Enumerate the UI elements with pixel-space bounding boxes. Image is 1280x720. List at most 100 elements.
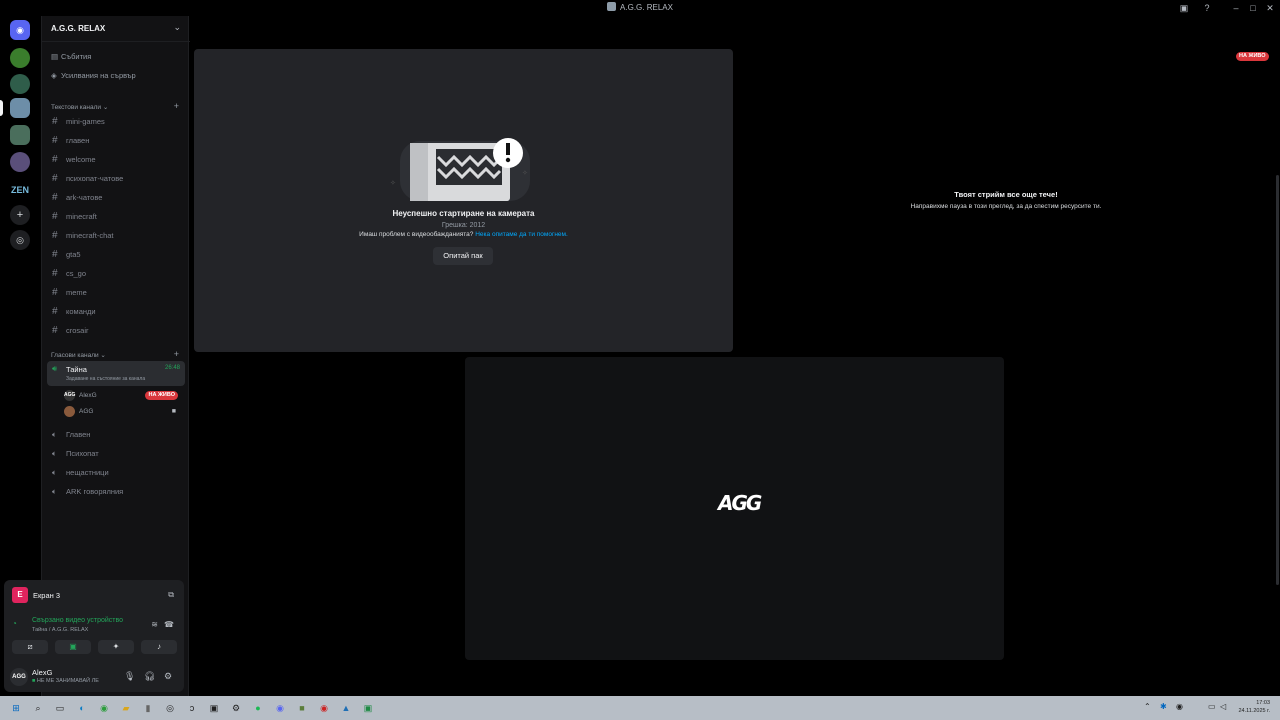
text-channel-item[interactable]: # minecraft-chat	[47, 227, 185, 244]
disconnect-icon[interactable]: ☎	[164, 620, 174, 629]
server-icon-zen[interactable]: ZEN	[10, 180, 30, 200]
tray-chevron-icon[interactable]: ⌃	[1144, 702, 1151, 711]
voice-user-alexg[interactable]: AGG AlexG НА ЖИВО	[64, 389, 182, 403]
camera-off-button[interactable]: ⧄	[12, 640, 48, 654]
text-channel-item[interactable]: # mini-games	[47, 113, 185, 130]
text-channel-item[interactable]: # gta5	[47, 246, 185, 263]
add-server-icon[interactable]: +	[10, 205, 30, 225]
popout-icon[interactable]: ⧉	[168, 590, 174, 600]
discover-icon[interactable]: ◎	[10, 230, 30, 250]
mic-icon[interactable]: 🎙︎	[124, 671, 135, 682]
edge-icon[interactable]: ◐	[74, 700, 90, 716]
voice-status-text[interactable]: Задаване на състояние за канала	[66, 376, 145, 382]
text-channel-item[interactable]: # meme	[47, 284, 185, 301]
minecraft-icon[interactable]: ■	[294, 700, 310, 716]
text-channel-item[interactable]: # cs_go	[47, 265, 185, 282]
menu-events[interactable]: ▤ Събития	[51, 50, 91, 64]
maximize-button[interactable]: □	[1247, 2, 1259, 14]
add-text-channel-icon[interactable]: +	[174, 101, 179, 111]
app-icon-gray[interactable]: ▮	[140, 700, 156, 716]
signal-icon: ◔	[12, 619, 17, 628]
voice-controls: ⧄ ▣ ✦ ♪	[12, 640, 178, 654]
connection-sub[interactable]: Тайна / A.G.G. RELAX	[32, 627, 88, 633]
add-voice-channel-icon[interactable]: +	[174, 349, 179, 359]
task-view-icon[interactable]: ▭	[52, 700, 68, 716]
server-icon-2[interactable]	[10, 74, 30, 94]
menu-boosts[interactable]: ◈ Усилвания на сървър	[51, 69, 136, 83]
connection-status: ◔ Свързано видео устройство Тайна / A.G.…	[12, 617, 176, 637]
epic-games-icon[interactable]: ▣	[206, 700, 222, 716]
settings-icon[interactable]: ⚙	[164, 671, 172, 682]
help-icon[interactable]: ?	[1201, 2, 1213, 14]
activities-button[interactable]: ✦	[98, 640, 134, 654]
screen-share-row[interactable]: E Екран 3 ⧉	[12, 587, 176, 605]
volume-icon[interactable]: ◁	[1220, 702, 1226, 711]
connection-label[interactable]: Свързано видео устройство	[32, 617, 123, 624]
voice-channel-item[interactable]: 🔈︎ Главен	[47, 426, 185, 443]
file-explorer-icon[interactable]: ▰	[118, 700, 134, 716]
soundboard-button[interactable]: ♪	[141, 640, 177, 654]
obs-icon[interactable]: ◎	[162, 700, 178, 716]
close-button[interactable]: ✕	[1264, 2, 1276, 14]
discord-taskbar-icon[interactable]: ◉	[272, 700, 288, 716]
tray-app-icon[interactable]: ◉	[1176, 702, 1183, 711]
screen-avatar: E	[12, 587, 28, 603]
text-channel-item[interactable]: # minecraft	[47, 208, 185, 225]
text-category-header[interactable]: Текстови канали ⌄	[51, 103, 108, 113]
text-channel-item[interactable]: # психопат-чатове	[47, 170, 185, 187]
stream-paused-title: Твоят стрийм все още тече!	[954, 190, 1058, 199]
windows-taskbar: ⊞ ⌕ ▭ ◐ ◉ ▰ ▮ ◎ ↄ ▣ ⚙ ● ◉ ■ ◉ ▲ ▣ ⌃ ✱ ◉ …	[0, 696, 1280, 720]
network-icon[interactable]: ▭	[1208, 702, 1216, 711]
search-icon[interactable]: ⌕	[30, 700, 46, 716]
speaker-icon: 🔈︎	[52, 449, 57, 458]
retry-button[interactable]: Опитай пак	[433, 247, 493, 265]
hash-icon: #	[52, 173, 58, 184]
user-area: AGG AlexG ■ НЕ МЕ ЗАНИМАВАЙ ЛЕ 🎙︎ 🎧︎ ⚙	[4, 664, 184, 692]
text-channel-item[interactable]: # welcome	[47, 151, 185, 168]
voice-category-header[interactable]: Гласови канали ⌄	[51, 351, 106, 361]
start-icon[interactable]: ⊞	[8, 700, 24, 716]
help-link[interactable]: Нека опитаме да ти помогнем.	[475, 231, 568, 238]
voice-channel-item[interactable]: 🔈︎ ARK говорялния	[47, 483, 185, 500]
screen-share-button[interactable]: ▣	[55, 640, 91, 654]
user-status: ■ НЕ МЕ ЗАНИМАВАЙ ЛЕ	[32, 678, 99, 684]
voice-channel-item[interactable]: 🔈︎ Психопат	[47, 445, 185, 462]
camera-error-tile: ✖ ✧ ✧ Неуспешно стартиране на камерата Г…	[194, 49, 733, 352]
camera-error-illustration: ✖ ✧ ✧	[390, 138, 530, 201]
voice-user-agg[interactable]: AGG ■	[64, 405, 182, 419]
app-icon-blue[interactable]: ▲	[338, 700, 354, 716]
headphones-icon[interactable]: 🎧︎	[144, 671, 155, 682]
text-channel-item[interactable]: # crosair	[47, 322, 185, 339]
soundwave-icon[interactable]: ≋	[151, 620, 158, 629]
username[interactable]: AlexG	[32, 668, 52, 677]
server-icon-5[interactable]	[10, 152, 30, 172]
text-channel-item[interactable]: # главен	[47, 132, 185, 149]
server-header[interactable]: A.G.G. RELAX ⌄	[42, 16, 190, 42]
selected-server-pill	[0, 100, 3, 116]
user-avatar[interactable]: AGG	[10, 668, 28, 686]
spotify-icon[interactable]: ●	[250, 700, 266, 716]
active-voice-channel[interactable]: 🔊︎ Тайна 26:48 Задаване на състояние за …	[47, 361, 185, 386]
chrome-icon[interactable]: ◉	[96, 700, 112, 716]
bluetooth-icon[interactable]: ✱	[1160, 702, 1167, 711]
server-icon-4[interactable]	[10, 125, 30, 145]
taskbar-clock[interactable]: 17:03 24.11.2025 г.	[1238, 699, 1270, 715]
text-channel-item[interactable]: # команди	[47, 303, 185, 320]
steam-icon[interactable]: ⚙	[228, 700, 244, 716]
svg-text:✧: ✧	[390, 179, 396, 187]
voice-channel-item[interactable]: 🔈︎ нещастници	[47, 464, 185, 481]
error-code: Грешка: 2012	[441, 222, 486, 229]
app-icon-red[interactable]: ◉	[316, 700, 332, 716]
discord-home-icon[interactable]: ◉	[10, 20, 30, 40]
app-icon-c[interactable]: ↄ	[184, 700, 200, 716]
inbox-icon[interactable]: ▣	[1178, 2, 1190, 14]
app-icon-green[interactable]: ▣	[360, 700, 376, 716]
server-icon-agg[interactable]	[10, 98, 30, 118]
server-icon-1[interactable]	[10, 48, 30, 68]
voice-channel-name: Тайна	[66, 365, 87, 374]
minimize-button[interactable]: –	[1230, 2, 1242, 14]
avatar	[64, 405, 75, 417]
scrollbar[interactable]	[1276, 175, 1279, 585]
hash-icon: #	[52, 306, 58, 317]
text-channel-item[interactable]: # ark-чатове	[47, 189, 185, 206]
